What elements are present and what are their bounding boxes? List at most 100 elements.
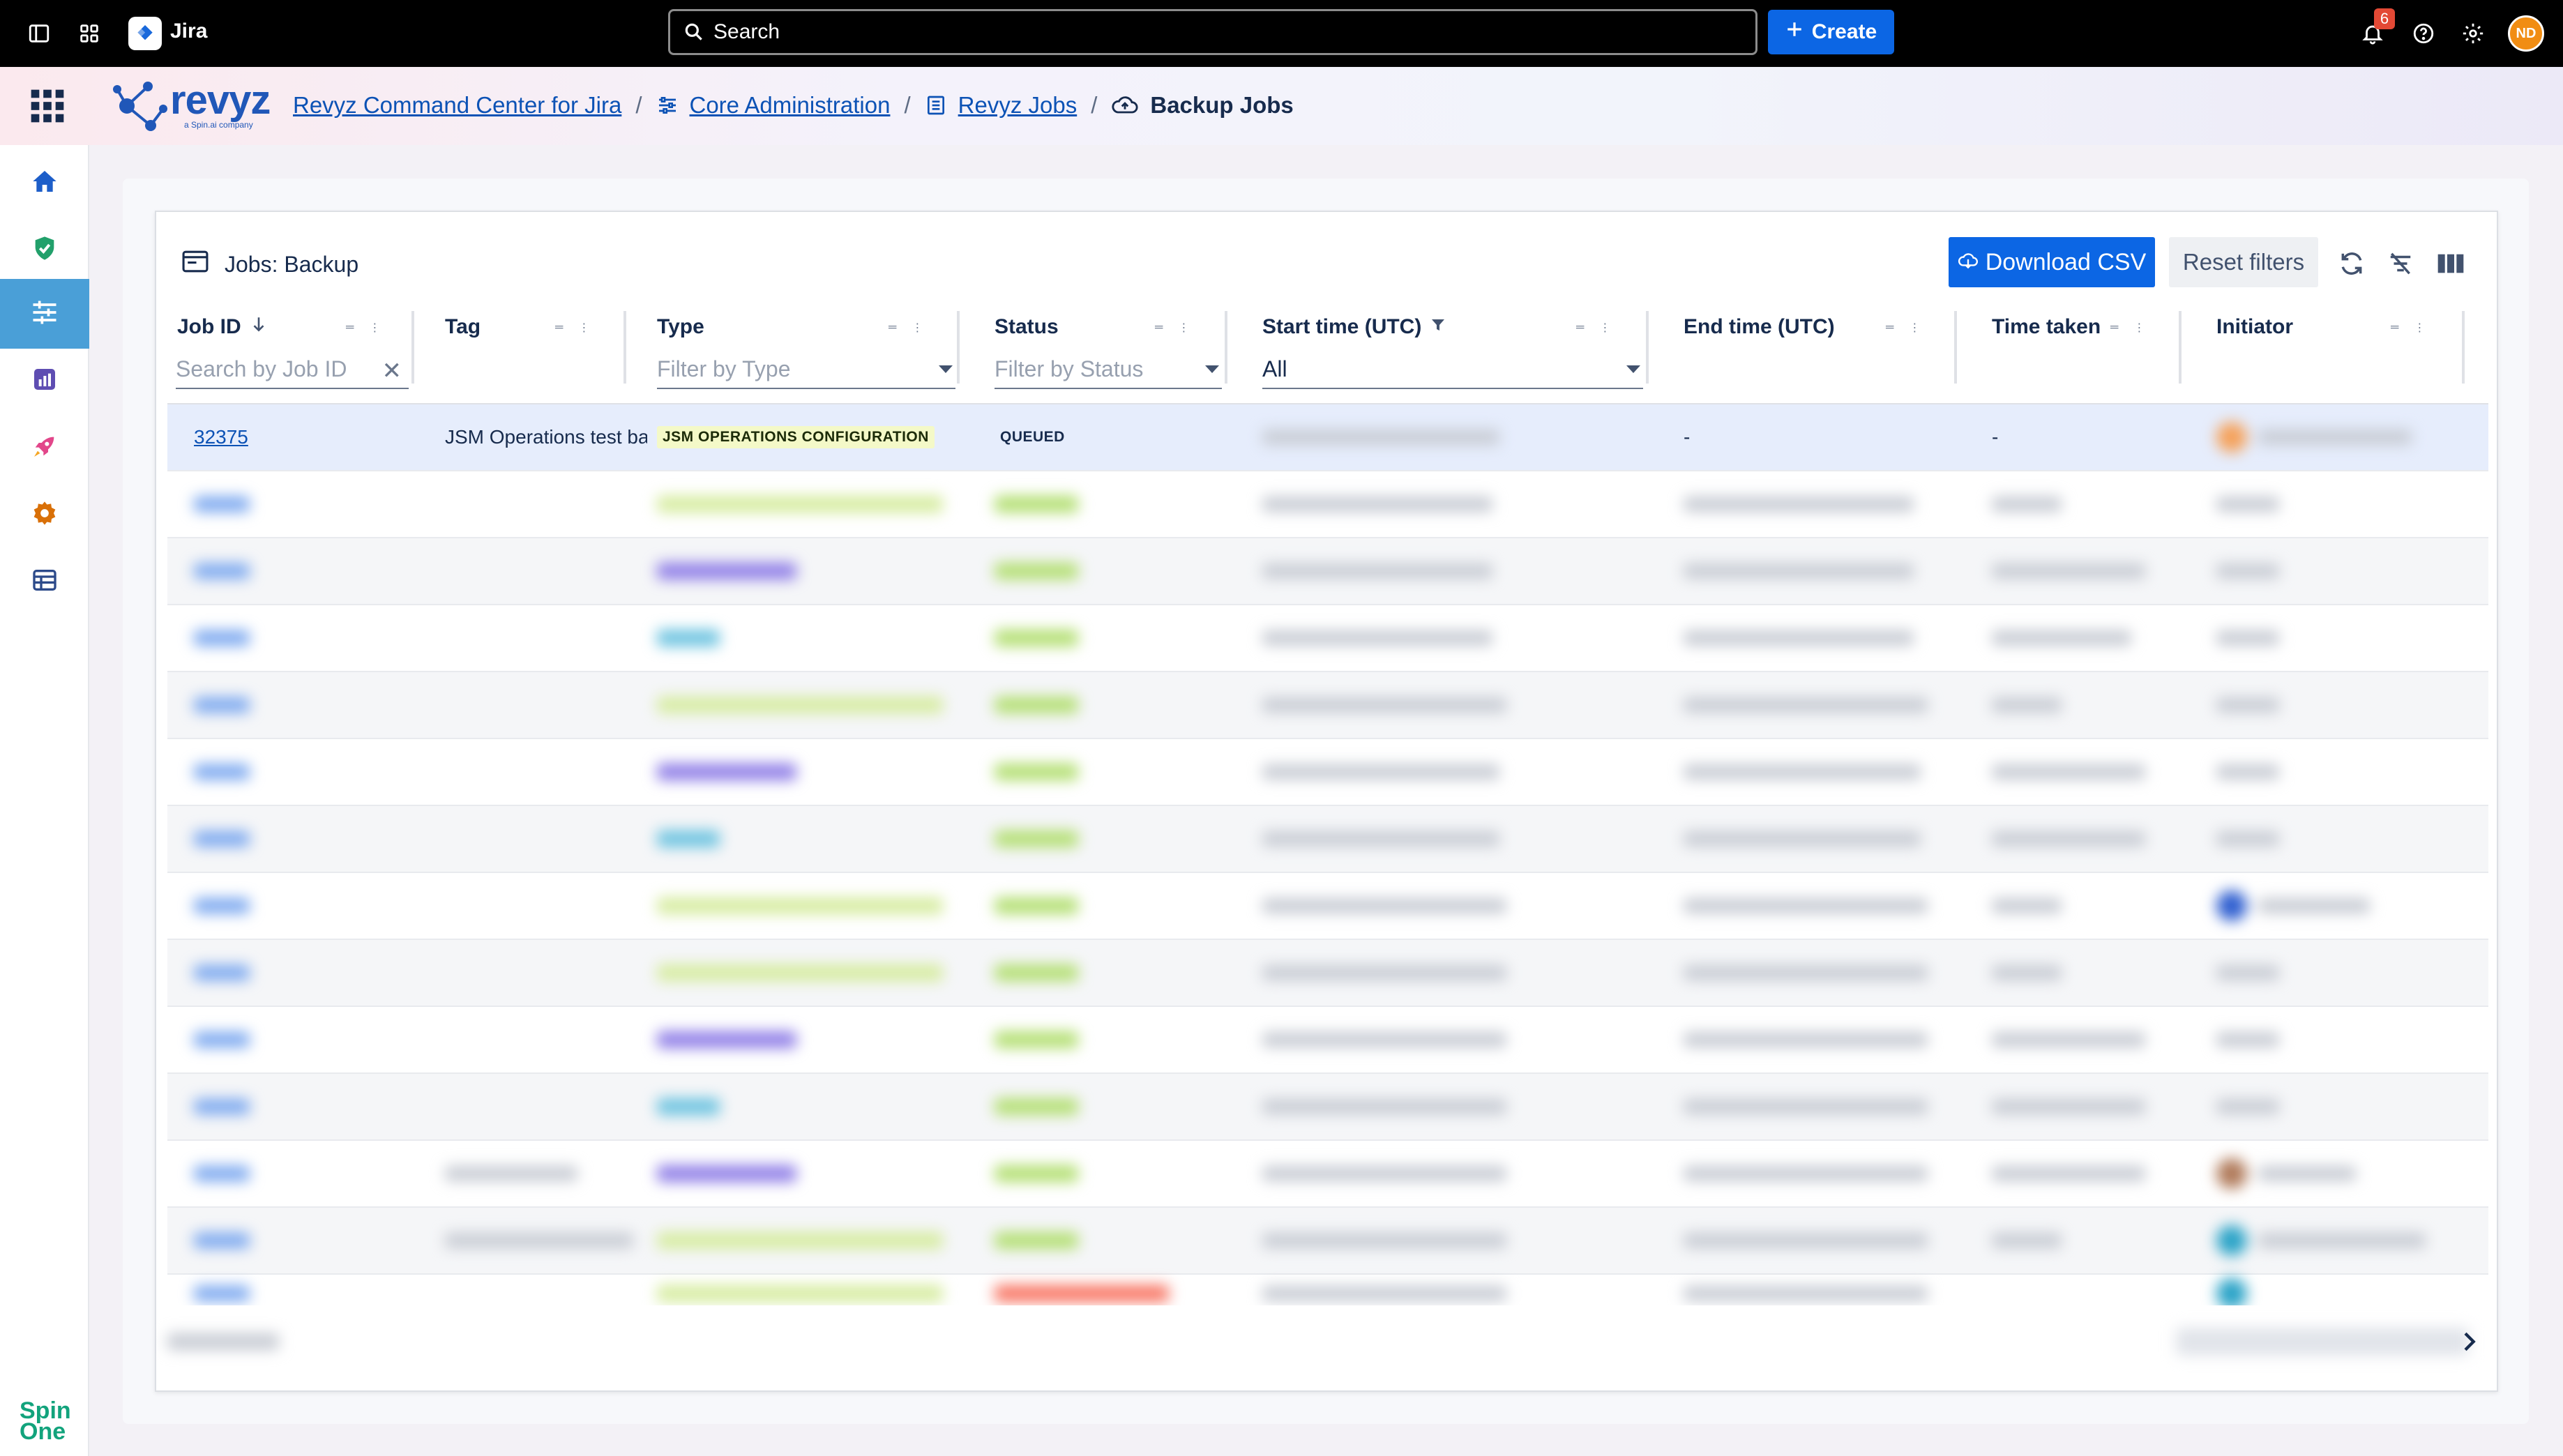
sort-descending-icon[interactable] [250,315,268,339]
column-menu-job-id[interactable]: ═ ⋮ [346,314,380,342]
column-menu-status[interactable]: ═ ⋮ [1155,314,1189,342]
sidebar-item-security[interactable] [0,215,89,285]
drag-handle-icon[interactable]: ═ [1886,321,1893,334]
start-time-filter-select[interactable]: All [1262,350,1643,389]
sidebar-item-reports[interactable] [0,346,89,416]
drag-handle-icon[interactable]: ═ [1155,321,1163,334]
table-row[interactable] [167,471,2488,538]
job-id-redacted[interactable] [194,764,250,780]
app-name[interactable]: Jira [170,20,207,43]
revyz-logo[interactable]: revyz a Spin.ai company [112,79,271,139]
refresh-icon[interactable] [2336,248,2367,279]
column-header-end-time[interactable]: End time (UTC) [1684,315,1835,339]
column-header-status[interactable]: Status [995,315,1059,339]
column-header-job-id[interactable]: Job ID [177,315,268,339]
breadcrumb-revyz-jobs[interactable]: Revyz Jobs [958,92,1078,119]
app-grid-icon[interactable] [28,86,67,126]
column-resizer[interactable] [2462,311,2465,384]
table-row[interactable] [167,1074,2488,1141]
column-menu-initiator[interactable]: ═ ⋮ [2391,314,2425,342]
kebab-menu-icon[interactable]: ⋮ [1599,321,1610,335]
kebab-menu-icon[interactable]: ⋮ [578,321,589,335]
jira-logo-icon[interactable] [128,17,162,50]
job-id-redacted[interactable] [194,697,250,713]
column-resizer[interactable] [1646,311,1649,384]
job-id-redacted[interactable] [194,1286,250,1301]
breadcrumb-core-administration[interactable]: Core Administration [690,92,891,119]
column-resizer[interactable] [1954,311,1957,384]
job-id-redacted[interactable] [194,898,250,913]
column-header-time-taken[interactable]: Time taken [1992,315,2101,339]
column-header-initiator[interactable]: Initiator [2216,315,2293,339]
breadcrumb-revyz-command-center[interactable]: Revyz Command Center for Jira [293,92,621,119]
sidebar-item-tables[interactable] [0,547,89,616]
user-avatar[interactable]: ND [2508,15,2544,52]
next-page-chevron-icon[interactable] [2455,1328,2483,1359]
drag-handle-icon[interactable]: ═ [1576,321,1584,334]
sidebar-item-administration[interactable] [0,279,89,349]
settings-gear-icon[interactable] [2459,20,2487,47]
type-filter-select[interactable]: Filter by Type [657,350,955,389]
table-row[interactable] [167,1275,2488,1305]
drag-handle-icon[interactable]: ═ [2391,321,2398,334]
kebab-menu-icon[interactable]: ⋮ [912,321,923,335]
column-resizer[interactable] [957,311,960,384]
kebab-menu-icon[interactable]: ⋮ [2133,321,2145,335]
job-id-redacted[interactable] [194,496,250,512]
column-menu-start-time[interactable]: ═ ⋮ [1576,314,1610,342]
column-resizer[interactable] [411,311,414,384]
column-resizer[interactable] [2179,311,2182,384]
table-row[interactable] [167,940,2488,1007]
table-row[interactable] [167,538,2488,605]
column-menu-tag[interactable]: ═ ⋮ [555,314,589,342]
app-switcher-icon[interactable] [75,20,103,47]
column-resizer[interactable] [1225,311,1227,384]
table-row[interactable] [167,873,2488,940]
search-input[interactable]: Search [668,9,1757,55]
table-row[interactable] [167,1007,2488,1074]
table-row[interactable] [167,739,2488,806]
kebab-menu-icon[interactable]: ⋮ [1178,321,1189,335]
job-id-redacted[interactable] [194,1166,250,1181]
sidebar-item-deploy[interactable] [0,413,89,483]
columns-icon[interactable] [2435,248,2466,279]
column-menu-type[interactable]: ═ ⋮ [889,314,923,342]
sidebar-item-settings[interactable] [0,480,89,549]
job-id-redacted[interactable] [194,1233,250,1248]
kebab-menu-icon[interactable]: ⋮ [2414,321,2425,335]
drag-handle-icon[interactable]: ═ [889,321,896,334]
table-row[interactable] [167,672,2488,739]
column-header-start-time[interactable]: Start time (UTC) [1262,315,1446,339]
drag-handle-icon[interactable]: ═ [555,321,563,334]
job-id-redacted[interactable] [194,1032,250,1047]
column-resizer[interactable] [623,311,626,384]
column-menu-time-taken[interactable]: ═ ⋮ [2110,314,2145,342]
column-menu-end-time[interactable]: ═ ⋮ [1886,314,1920,342]
kebab-menu-icon[interactable]: ⋮ [1909,321,1920,335]
job-id-redacted[interactable] [194,965,250,980]
sidebar-toggle-icon[interactable] [25,20,53,47]
clear-filters-icon[interactable] [2385,248,2416,279]
job-id-link[interactable]: 32375 [194,426,248,448]
job-id-redacted[interactable] [194,563,250,579]
table-row[interactable] [167,806,2488,873]
job-id-redacted[interactable] [194,1099,250,1114]
reset-filters-button[interactable]: Reset filters [2169,237,2318,287]
pagination-redacted[interactable] [2176,1328,2469,1356]
table-row[interactable]: 32375 JSM Operations test ba JSM OPERATI… [167,404,2488,471]
clear-icon[interactable]: ✕ [382,357,402,385]
filter-funnel-icon[interactable] [1430,315,1446,339]
column-header-type[interactable]: Type [657,315,704,339]
column-header-tag[interactable]: Tag [445,315,481,339]
table-row[interactable] [167,605,2488,672]
job-id-redacted[interactable] [194,630,250,646]
create-button[interactable]: Create [1768,10,1894,54]
status-filter-select[interactable]: Filter by Status [995,350,1222,389]
drag-handle-icon[interactable]: ═ [346,321,354,334]
download-csv-button[interactable]: Download CSV [1949,237,2155,287]
sidebar-item-home[interactable] [0,148,89,218]
drag-handle-icon[interactable]: ═ [2110,321,2118,334]
kebab-menu-icon[interactable]: ⋮ [369,321,380,335]
job-id-redacted[interactable] [194,831,250,847]
table-row[interactable] [167,1141,2488,1208]
